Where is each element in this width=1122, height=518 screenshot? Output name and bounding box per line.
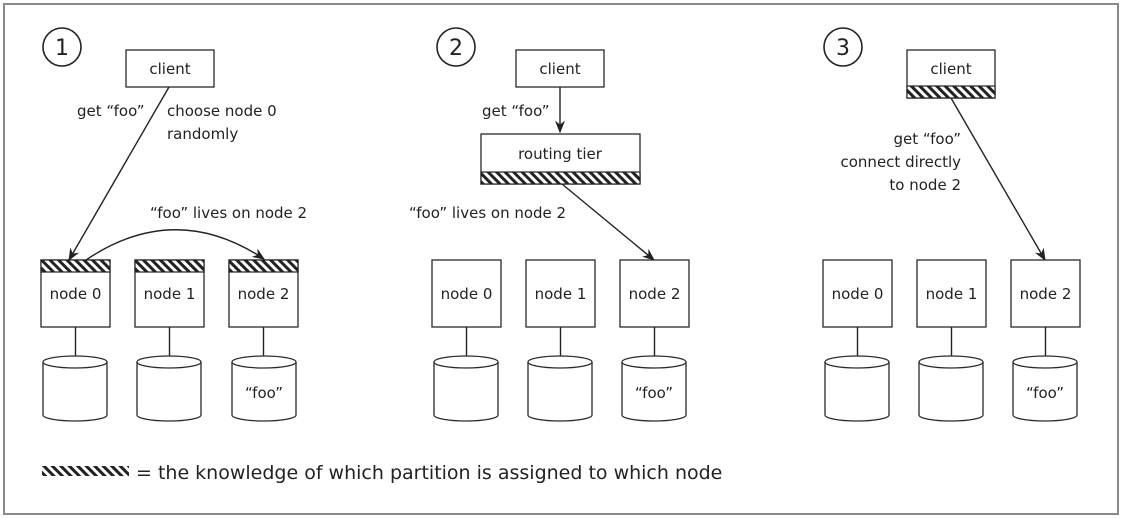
database-1 [527,355,593,422]
node-label: node 0 [832,285,884,303]
node-1: node 1 [916,259,987,328]
node-2: node 2 [619,259,690,328]
node-1: node 1 [525,259,596,328]
note-line-2: randomly [167,125,238,143]
node-2: node 2 [228,259,299,328]
node-2: node 2 [1010,259,1081,328]
db-label: “foo” [1026,384,1064,402]
client-label: client [539,60,580,78]
database-0 [824,355,890,422]
knowledge-hatch [480,171,641,185]
client-box: client [906,49,996,99]
database-1 [136,355,202,422]
client-box: client [125,49,215,88]
request-line-1: get “foo” [893,130,961,148]
database-2: “foo” [231,355,297,422]
database-0 [42,355,108,422]
node-label: node 2 [1020,285,1072,303]
panel-number: 2 [449,36,463,61]
db-label: “foo” [245,384,283,402]
routing-tier-label: routing tier [518,145,603,163]
client-label: client [930,60,971,78]
routing-tier-box: routing tier [480,133,641,185]
forward-label: “foo” lives on node 2 [150,204,307,222]
node-label: node 1 [535,285,587,303]
request-line-3: to node 2 [889,176,961,194]
note-line-1: choose node 0 [167,102,277,120]
legend-text: = the knowledge of which partition is as… [136,462,722,484]
node-0: node 0 [40,259,111,328]
node-label: node 2 [238,285,290,303]
forward-label: “foo” lives on node 2 [409,204,566,222]
client-label: client [149,60,190,78]
panel-number: 1 [55,36,69,61]
database-0 [433,355,499,422]
db-label: “foo” [635,384,673,402]
database-2: “foo” [621,355,687,422]
knowledge-hatch [134,259,205,273]
node-1: node 1 [134,259,205,328]
node-label: node 1 [926,285,978,303]
knowledge-hatch [228,259,299,273]
partition-routing-diagram: 1 client get “foo” choose node 0 randoml… [3,3,1119,515]
client-box: client [515,49,605,88]
legend-hatch-swatch [42,466,129,476]
node-label: node 0 [50,285,102,303]
request-label: get “foo” [77,102,145,120]
node-0: node 0 [822,259,893,328]
database-2: “foo” [1012,355,1078,422]
request-line-2: connect directly [841,153,962,171]
request-label: get “foo” [482,102,550,120]
knowledge-hatch [906,85,996,99]
node-label: node 1 [144,285,196,303]
node-label: node 0 [441,285,493,303]
node-0: node 0 [431,259,502,328]
knowledge-hatch [40,259,111,273]
panel-number: 3 [836,36,850,61]
node-label: node 2 [629,285,681,303]
database-1 [918,355,984,422]
legend: = the knowledge of which partition is as… [42,462,722,484]
